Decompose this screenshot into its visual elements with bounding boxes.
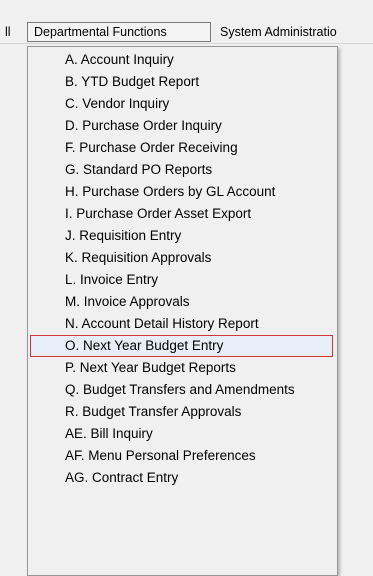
menu-system-administration[interactable]: System Administratio xyxy=(220,22,373,42)
menu-item-purchase-order-asset-export[interactable]: I. Purchase Order Asset Export xyxy=(30,203,333,225)
menu-item-account-inquiry[interactable]: A. Account Inquiry xyxy=(30,49,333,71)
menu-departmental-functions[interactable]: Departmental Functions xyxy=(27,22,211,42)
menu-item-next-year-budget-entry[interactable]: O. Next Year Budget Entry xyxy=(30,335,333,357)
menu-item-standard-po-reports[interactable]: G. Standard PO Reports xyxy=(30,159,333,181)
menu-item-ytd-budget-report[interactable]: B. YTD Budget Report xyxy=(30,71,333,93)
menu-item-vendor-inquiry[interactable]: C. Vendor Inquiry xyxy=(30,93,333,115)
menu-item-purchase-order-inquiry[interactable]: D. Purchase Order Inquiry xyxy=(30,115,333,137)
menu-item-invoice-approvals[interactable]: M. Invoice Approvals xyxy=(30,291,333,313)
menu-item-menu-personal-preferences[interactable]: AF. Menu Personal Preferences xyxy=(30,445,333,467)
menu-item-requisition-entry[interactable]: J. Requisition Entry xyxy=(30,225,333,247)
menu-item-budget-transfer-approvals[interactable]: R. Budget Transfer Approvals xyxy=(30,401,333,423)
menu-item-account-detail-history-report[interactable]: N. Account Detail History Report xyxy=(30,313,333,335)
menu-item-purchase-order-receiving[interactable]: F. Purchase Order Receiving xyxy=(30,137,333,159)
menu-bar: ll Departmental Functions System Adminis… xyxy=(0,0,373,44)
menu-item-requisition-approvals[interactable]: K. Requisition Approvals xyxy=(30,247,333,269)
menu-item-purchase-orders-by-gl-account[interactable]: H. Purchase Orders by GL Account xyxy=(30,181,333,203)
menu-item-invoice-entry[interactable]: L. Invoice Entry xyxy=(30,269,333,291)
menu-item-bill-inquiry[interactable]: AE. Bill Inquiry xyxy=(30,423,333,445)
menu-item-budget-transfers-and-amendments[interactable]: Q. Budget Transfers and Amendments xyxy=(30,379,333,401)
menu-prev[interactable]: ll xyxy=(0,22,22,42)
menu-item-next-year-budget-reports[interactable]: P. Next Year Budget Reports xyxy=(30,357,333,379)
menu-item-contract-entry[interactable]: AG. Contract Entry xyxy=(30,467,333,489)
departmental-functions-dropdown: A. Account Inquiry B. YTD Budget Report … xyxy=(27,46,338,576)
